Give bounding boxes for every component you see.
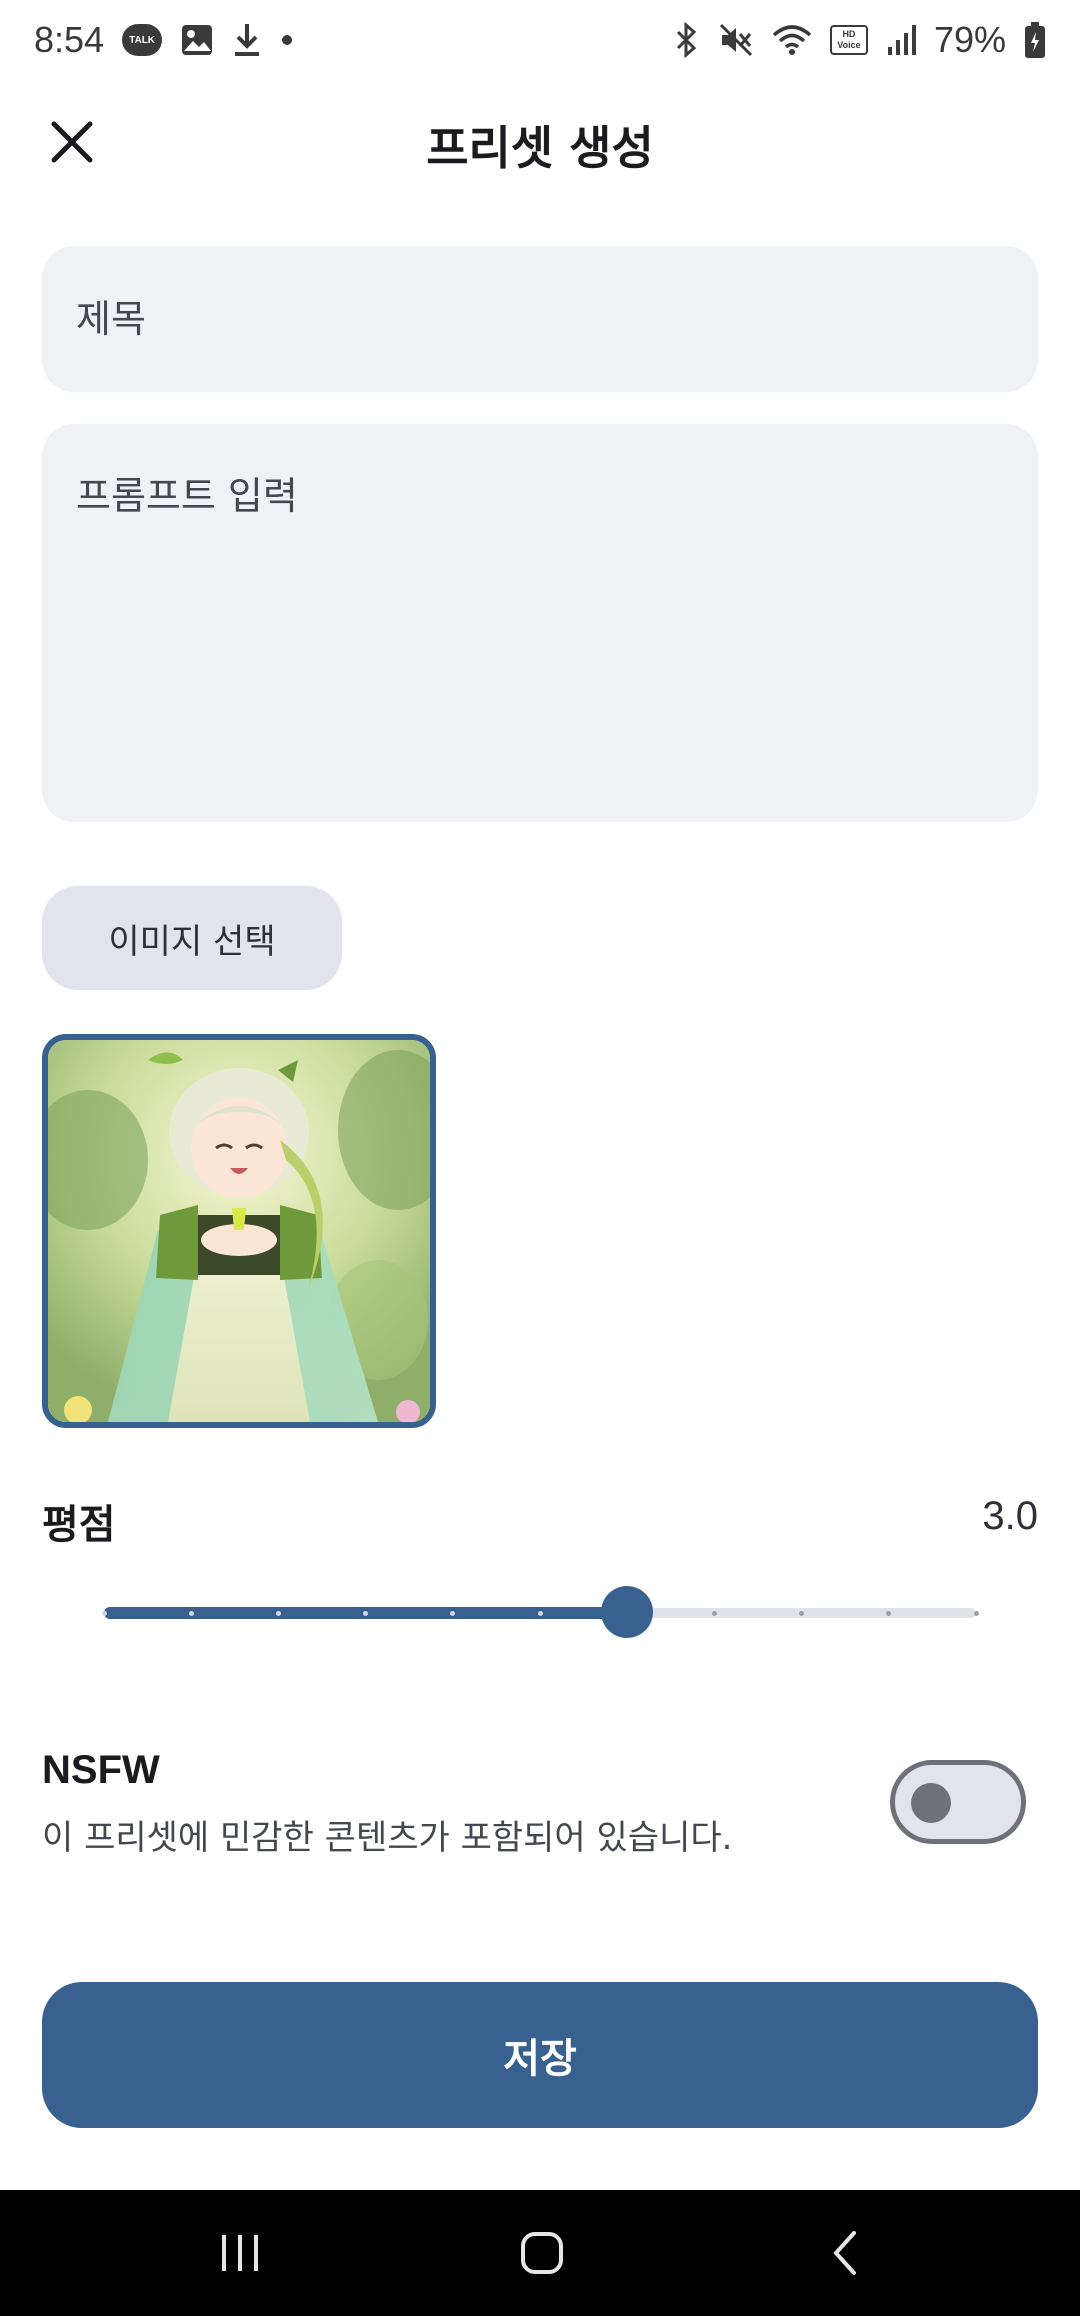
rating-value: 3.0 xyxy=(982,1494,1038,1538)
slider-tick xyxy=(188,1611,194,1616)
back-button[interactable] xyxy=(800,2218,890,2288)
status-left: 8:54 TALK xyxy=(34,19,294,61)
dot-icon xyxy=(280,33,294,47)
signal-icon xyxy=(886,23,916,57)
back-icon xyxy=(833,2231,856,2275)
clock: 8:54 xyxy=(34,19,105,60)
nsfw-toggle[interactable] xyxy=(890,1760,1026,1844)
status-right: HD Voice 79% xyxy=(672,19,1046,61)
hd-voice-icon: HD Voice xyxy=(829,25,868,55)
mute-icon xyxy=(718,22,754,58)
home-icon xyxy=(521,2232,563,2274)
slider-tick xyxy=(275,1611,281,1616)
slider-tick xyxy=(711,1611,717,1616)
gallery-icon xyxy=(180,23,214,57)
download-icon xyxy=(232,22,262,58)
image-select-button[interactable]: 이미지 선택 xyxy=(42,886,342,990)
recent-apps-button[interactable] xyxy=(195,2218,285,2288)
battery-icon xyxy=(1024,21,1046,59)
selected-image-preview[interactable] xyxy=(42,1034,436,1428)
home-button[interactable] xyxy=(497,2218,587,2288)
slider-tick xyxy=(101,1611,107,1616)
nsfw-description: 이 프리셋에 민감한 콘텐츠가 포함되어 있습니다. xyxy=(42,1818,733,1858)
page-title: 프리셋 생성 xyxy=(426,121,654,175)
top-app-bar: 프리셋 생성 xyxy=(0,90,1080,190)
rating-label: 평점 xyxy=(42,1502,116,1548)
toggle-knob xyxy=(911,1783,951,1823)
recent-apps-icon xyxy=(222,2235,258,2271)
nsfw-title: NSFW xyxy=(42,1748,160,1792)
preset-create-screen: 8:54 TALK HD Voice 79% 프리셋 생성 제목 프롬프트 입력… xyxy=(0,0,1080,2316)
slider-tick xyxy=(537,1611,543,1616)
slider-tick xyxy=(973,1611,979,1616)
kakaotalk-icon: TALK xyxy=(122,24,163,56)
bluetooth-icon xyxy=(672,22,700,58)
status-bar: 8:54 TALK HD Voice 79% xyxy=(0,0,1080,80)
battery-percent: 79% xyxy=(933,19,1006,60)
title-input[interactable] xyxy=(42,246,1038,392)
prompt-input[interactable] xyxy=(42,424,1038,822)
talk-badge: TALK xyxy=(122,24,163,56)
wifi-icon xyxy=(772,23,812,57)
save-button[interactable]: 저장 xyxy=(42,1982,1038,2128)
rating-slider[interactable] xyxy=(101,1584,979,1640)
preview-illustration xyxy=(48,1040,430,1422)
system-navigation-bar xyxy=(0,2190,1080,2316)
slider-thumb[interactable] xyxy=(601,1586,654,1638)
